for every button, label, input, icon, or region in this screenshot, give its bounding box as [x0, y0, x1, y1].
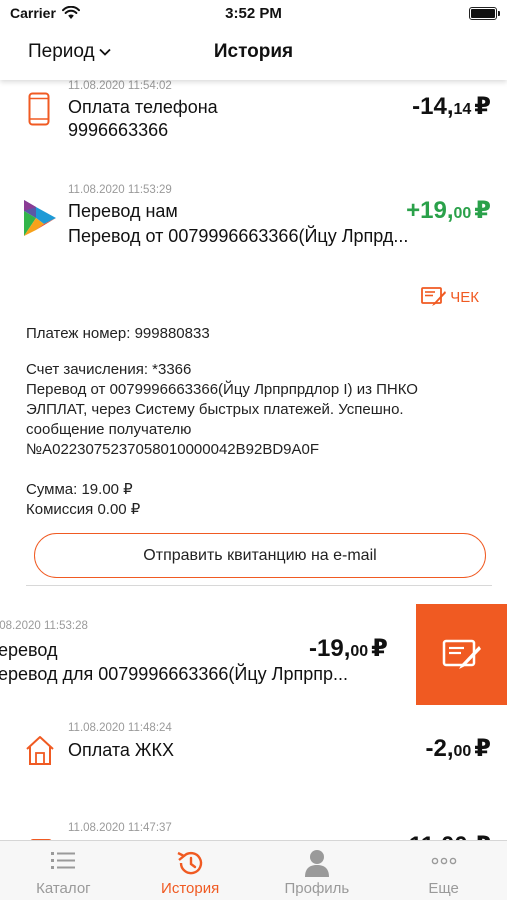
- payment-sum: Сумма: 19.00 ₽: [26, 481, 133, 498]
- chevron-down-icon: [99, 48, 111, 56]
- transaction-date: 11.08.2020 11:54:02: [68, 80, 172, 92]
- detail-line: Счет зачисления: *3366: [26, 361, 192, 378]
- status-bar: Carrier 3:52 PM: [0, 0, 507, 28]
- detail-line: ЭЛПЛАТ, через Систему быстрых платежей. …: [26, 401, 404, 418]
- transaction-amount: -14,14 ₽: [412, 92, 491, 121]
- tab-more[interactable]: Еще: [380, 841, 507, 900]
- payment-commission: Комиссия 0.00 ₽: [26, 501, 141, 518]
- tab-label: Профиль: [284, 880, 350, 897]
- detail-line: Перевод от 0079996663366(Йцу Лрпрпрдлор …: [26, 381, 418, 398]
- house-icon: [24, 734, 56, 771]
- transaction-subtitle: еревод для 0079996663366(Йцу Лрпрпр...: [0, 664, 348, 684]
- list-icon: [50, 849, 76, 876]
- receipt-icon: [442, 639, 481, 669]
- transaction-date: 11.08.2020 11:48:24: [68, 722, 172, 734]
- tab-label: Каталог: [36, 880, 91, 897]
- detail-line: №A0223075237058010000042B92BD9A0F: [26, 441, 320, 458]
- sbp-logo-icon: [22, 198, 58, 243]
- transaction-name: Оплата ЖКХ: [68, 740, 175, 760]
- phone-icon: [28, 92, 50, 131]
- currency-sign: ₽: [474, 197, 491, 224]
- tab-profile[interactable]: Профиль: [254, 841, 381, 900]
- period-selector[interactable]: Период: [28, 41, 111, 63]
- transaction-amount: -19,00 ₽: [309, 634, 388, 663]
- transaction-name: еревод: [0, 640, 58, 660]
- payment-number: Платеж номер: 999880833: [26, 325, 210, 342]
- amount-kopecks: 00: [453, 743, 472, 760]
- period-label: Период: [28, 41, 95, 62]
- transaction-date: 11.08.2020 11:53:29: [68, 184, 172, 196]
- list-item[interactable]: 11.08.2020 11:53:29 Перевод нам Перевод …: [0, 180, 507, 260]
- status-time: 3:52 PM: [225, 5, 282, 22]
- receipt-label: ЧЕК: [450, 288, 479, 306]
- detail-line: сообщение получателю: [26, 421, 192, 438]
- tab-label: Еще: [428, 880, 459, 897]
- transaction-name: Оплата телефона: [68, 97, 218, 117]
- history-list[interactable]: 11.08.2020 11:54:02 Оплата телефона 9996…: [0, 80, 507, 840]
- amount-kopecks: 00: [350, 643, 369, 660]
- tab-label: История: [161, 880, 220, 897]
- transaction-name: Перевод нам: [68, 201, 178, 221]
- transaction-amount: -2,00 ₽: [425, 734, 491, 763]
- profile-icon: [304, 849, 330, 882]
- swipe-receipt-button[interactable]: [416, 604, 507, 705]
- divider: [26, 585, 492, 586]
- battery-icon: [469, 7, 500, 20]
- send-receipt-email-button[interactable]: Отправить квитанцию на e-mail: [34, 533, 486, 578]
- transaction-details: ЧЕК Платеж номер: 999880833 Счет зачисле…: [0, 280, 507, 590]
- amount-main: -2,: [425, 735, 454, 762]
- nav-bar: Период История: [0, 28, 507, 80]
- transaction-date: 11.08.2020 11:47:37: [68, 822, 172, 834]
- transaction-subtitle: 9996663366: [68, 120, 169, 140]
- amount-main: -14,: [412, 93, 454, 120]
- transaction-date: .08.2020 11:53:28: [0, 620, 88, 632]
- tab-catalog[interactable]: Каталог: [0, 841, 127, 900]
- amount-main: +19,: [406, 197, 454, 224]
- list-item[interactable]: 11.08.2020 11:48:24 Оплата ЖКХ -2,00 ₽: [0, 716, 507, 806]
- list-item[interactable]: 11.08.2020 11:54:02 Оплата телефона 9996…: [0, 80, 507, 172]
- transaction-amount: +19,00 ₽: [406, 196, 491, 225]
- currency-sign: ₽: [474, 735, 491, 762]
- history-icon: [175, 849, 205, 882]
- currency-sign: ₽: [371, 635, 388, 662]
- amount-kopecks: 00: [453, 205, 472, 222]
- currency-sign: ₽: [474, 93, 491, 120]
- tab-bar: Каталог История Профиль Еще: [0, 840, 507, 900]
- receipt-icon: [421, 287, 447, 306]
- amount-main: -19,: [309, 635, 351, 662]
- transaction-subtitle: Перевод от 0079996663366(Йцу Лрпрд...: [68, 226, 409, 246]
- more-icon: [430, 849, 458, 876]
- list-item[interactable]: 11.08.2020 11:47:37 -11,00 ₽: [0, 816, 507, 840]
- receipt-button[interactable]: ЧЕК: [421, 286, 479, 308]
- tab-history[interactable]: История: [127, 841, 254, 900]
- amount-kopecks: 14: [453, 101, 472, 118]
